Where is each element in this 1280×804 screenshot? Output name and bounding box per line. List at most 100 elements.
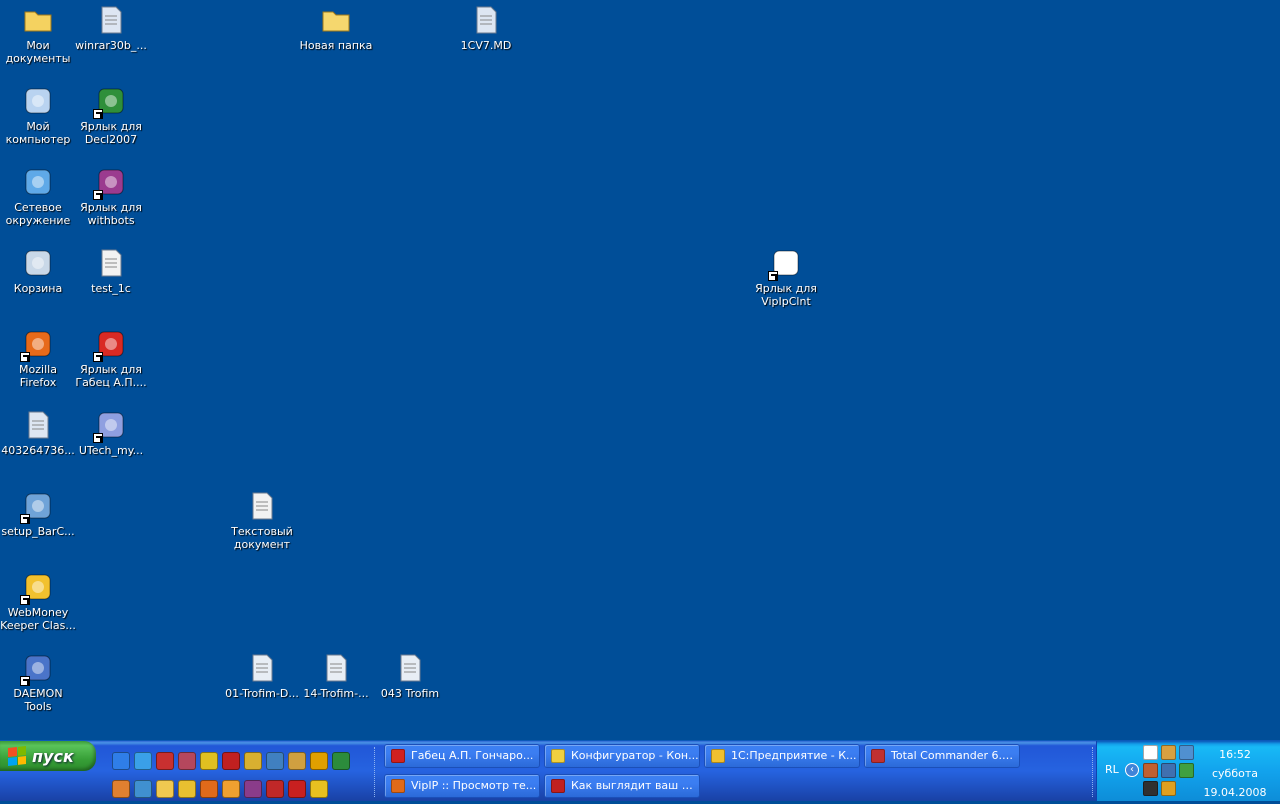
computer-tray-icon[interactable] <box>1161 763 1176 778</box>
ie-icon[interactable] <box>112 752 130 770</box>
text-file-icon <box>246 490 278 522</box>
desktop-icon[interactable]: test_1c <box>73 247 149 295</box>
media-player-icon[interactable] <box>310 752 328 770</box>
audio-file-icon <box>394 652 426 684</box>
tools-tray-icon[interactable] <box>1161 745 1176 760</box>
shortcut-arrow-icon <box>93 190 103 200</box>
desktop-icon[interactable]: WebMoney Keeper Clas... <box>0 571 76 632</box>
text-file-icon <box>95 247 127 279</box>
desktop-icon-label: Мои документы <box>5 39 71 65</box>
desktop-icon-label: 14-Trofim-... <box>303 687 369 700</box>
monitor-icon[interactable] <box>266 752 284 770</box>
1c-task-icon <box>711 749 725 763</box>
desktop-icon[interactable]: Сетевое окружение <box>0 166 76 227</box>
language-indicator[interactable]: RL <box>1105 763 1119 776</box>
messenger-icon[interactable] <box>134 780 152 798</box>
save-disk-icon[interactable] <box>156 752 174 770</box>
kaspersky-icon[interactable] <box>332 752 350 770</box>
pdf-task-icon <box>391 749 405 763</box>
clock-date: 19.04.2008 <box>1203 786 1267 799</box>
pdf-icon <box>93 328 127 362</box>
firefox-quick-icon[interactable] <box>200 780 218 798</box>
desktop-icon[interactable]: Новая папка <box>298 4 374 52</box>
recycle-bin-icon <box>22 247 54 279</box>
desktop-icon[interactable]: 043 Trofim <box>372 652 448 700</box>
desktop-icon[interactable]: UTech_my... <box>73 409 149 457</box>
desktop-icon[interactable]: Корзина <box>0 247 76 295</box>
webmoney-icon <box>20 571 54 605</box>
ie-alt-icon[interactable] <box>134 752 152 770</box>
desktop-icon[interactable]: Ярлык для Decl2007 <box>73 85 149 146</box>
app-icon[interactable] <box>112 780 130 798</box>
desktop-icon[interactable]: 403264736... <box>0 409 76 457</box>
desktop-icon-label: Мой компьютер <box>5 120 71 146</box>
bug-tray-icon[interactable] <box>1143 781 1158 796</box>
desktop-icon-label: UTech_my... <box>78 444 144 457</box>
desktop-icon-label: Ярлык для withbots <box>80 201 142 227</box>
firefox-task-icon <box>391 779 405 793</box>
configurator-task-icon <box>551 749 565 763</box>
folder-quick-icon[interactable] <box>156 780 174 798</box>
clock-day: суббота <box>1211 767 1258 780</box>
network-tray-icon[interactable] <box>1179 745 1194 760</box>
desktop-icon-label: winrar30b_... <box>75 39 147 52</box>
desktop-icon[interactable]: Ярлык для VipIpClnt <box>748 247 824 308</box>
desktop-icon[interactable]: 14-Trofim-... <box>298 652 374 700</box>
desktop-icon[interactable]: winrar30b_... <box>73 4 149 52</box>
desktop-icon-label: Текстовый документ <box>231 525 293 551</box>
desktop-icon-label: 1CV7.MD <box>460 39 512 52</box>
taskbar-button[interactable]: Конфигуратор - Кон... <box>544 744 700 768</box>
desktop-icon[interactable]: Ярлык для withbots <box>73 166 149 227</box>
network-icon <box>22 166 54 198</box>
clock[interactable]: 16:52 суббота 19.04.2008 <box>1195 745 1275 802</box>
desktop-icon[interactable]: 01-Trofim-D... <box>224 652 300 700</box>
desktop-icon[interactable]: Ярлык для Габец А.П.... <box>73 328 149 389</box>
desktop-icon[interactable]: Мои документы <box>0 4 76 65</box>
winrar-quick-2-icon[interactable] <box>244 780 262 798</box>
start-label: пуск <box>32 746 74 766</box>
taskbar-button[interactable]: Total Commander 6.5... <box>864 744 1020 768</box>
wifi-tray-icon[interactable] <box>1179 763 1194 778</box>
opera-icon[interactable] <box>222 752 240 770</box>
desktop-icon-label: setup_BarC... <box>1 525 75 538</box>
shortcut-arrow-icon <box>20 595 30 605</box>
vipip-icon <box>768 247 802 281</box>
globe-icon[interactable] <box>222 780 240 798</box>
pencil-tray-icon[interactable] <box>1161 781 1176 796</box>
shortcut-arrow-icon <box>20 514 30 524</box>
desktop-icon[interactable]: Mozilla Firefox <box>0 328 76 389</box>
winrar-icon <box>93 166 127 200</box>
shortcut-arrow-icon <box>93 433 103 443</box>
utech-icon <box>93 409 127 443</box>
taskbar-button[interactable]: Как выглядит ваш р... <box>544 774 700 798</box>
acrobat-icon[interactable] <box>288 780 306 798</box>
bug-icon[interactable] <box>244 752 262 770</box>
folder-icon <box>320 4 352 36</box>
audio-file-icon <box>320 652 352 684</box>
desktop-icon[interactable]: Мой компьютер <box>0 85 76 146</box>
total-commander-task-icon <box>871 749 885 763</box>
nero-icon[interactable] <box>266 780 284 798</box>
desktop-icon[interactable]: setup_BarC... <box>0 490 76 538</box>
desktop-icon[interactable]: DAEMON Tools <box>0 652 76 713</box>
vipip-tray-icon[interactable] <box>1143 745 1158 760</box>
taskbar-button[interactable]: Габец А.П. Гончаро... <box>384 744 540 768</box>
show-hidden-icons-chevron-icon[interactable]: ‹ <box>1125 763 1139 777</box>
winrar-quick-icon[interactable] <box>178 752 196 770</box>
toolbar-separator <box>374 747 377 797</box>
archive-file-icon <box>22 409 54 441</box>
shortcut-arrow-icon <box>20 352 30 362</box>
taskbar-button[interactable]: 1С:Предприятие - К... <box>704 744 860 768</box>
warning-icon[interactable] <box>310 780 328 798</box>
taskbar: пуск Габец А.П. Гончаро... Конфигуратор -… <box>0 740 1280 801</box>
app-tray-icon[interactable] <box>1143 763 1158 778</box>
desktop-icon[interactable]: 1CV7.MD <box>448 4 524 52</box>
desktop-icon-label: Корзина <box>13 282 63 295</box>
pen-icon[interactable] <box>200 752 218 770</box>
tools-icon[interactable] <box>288 752 306 770</box>
taskbar-button[interactable]: VipIP :: Просмотр те... <box>384 774 540 798</box>
desktop-icon[interactable]: Текстовый документ <box>224 490 300 551</box>
1c-icon[interactable] <box>178 780 196 798</box>
desktop-icon-label: WebMoney Keeper Clas... <box>0 606 76 632</box>
start-button[interactable]: пуск <box>0 741 96 771</box>
